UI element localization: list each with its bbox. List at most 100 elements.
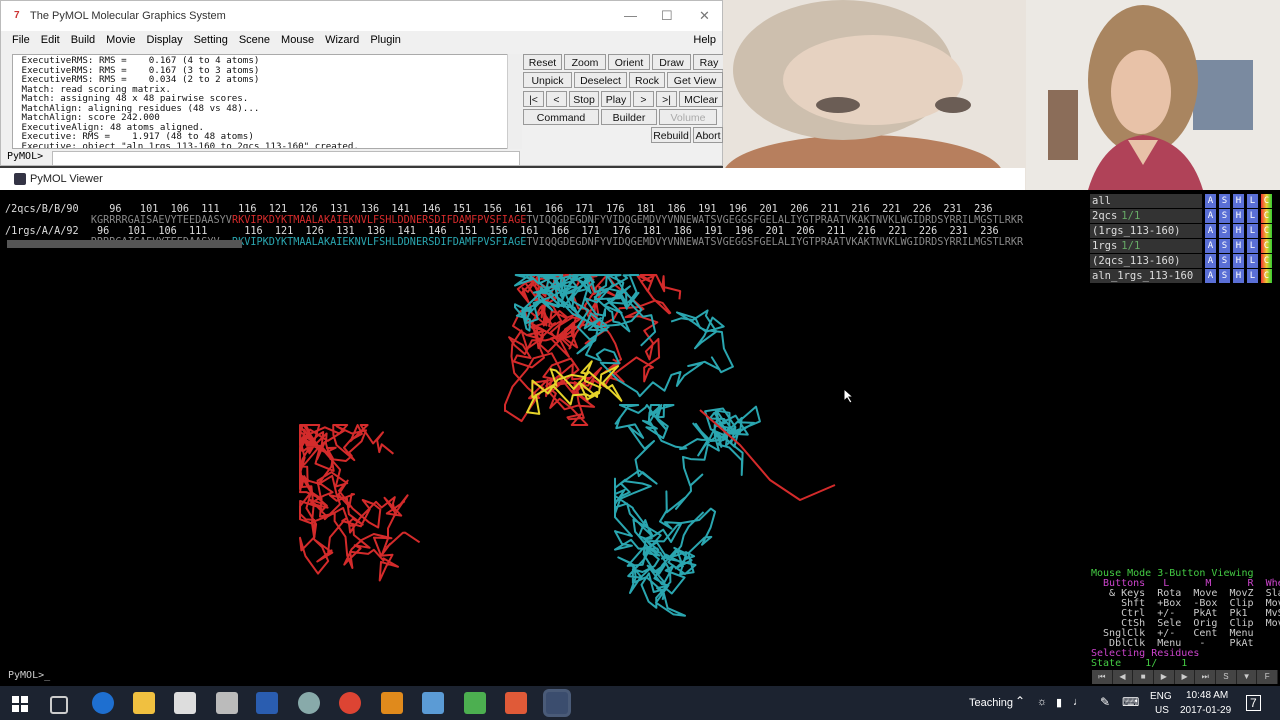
menu-mouse[interactable]: Mouse [281,34,314,46]
command-input[interactable] [52,151,520,166]
menu-wizard[interactable]: Wizard [325,34,359,46]
store-icon[interactable] [174,692,196,714]
object-row[interactable]: (1rgs_113-160) A S H L C [1090,223,1280,238]
dropdown-icon[interactable]: ▼ [1236,670,1257,684]
mclear-button[interactable]: MClear [679,91,723,107]
rock-button[interactable]: Rock [629,72,665,88]
draw-button[interactable]: Draw [652,54,691,70]
object-name[interactable]: (1rgs_113-160) [1090,223,1202,238]
menu-edit[interactable]: Edit [41,34,60,46]
menu-scene[interactable]: Scene [239,34,270,46]
prev-frame-button[interactable]: < [546,91,567,107]
notification-icon[interactable]: 7 [1246,695,1261,711]
object-button-c[interactable]: C [1261,253,1272,268]
object-button-c[interactable]: C [1261,193,1272,208]
volume-button[interactable]: Volume [659,109,717,125]
object-button-c[interactable]: C [1261,208,1272,223]
stop-button[interactable]: Stop [569,91,599,107]
menu-build[interactable]: Build [71,34,95,46]
pen-icon[interactable]: ✎ [1100,695,1110,709]
object-button-h[interactable]: H [1233,238,1244,253]
object-button-s[interactable]: S [1219,238,1230,253]
rewind-icon[interactable]: ⏮ [1092,670,1112,684]
object-button-a[interactable]: A [1205,253,1216,268]
object-button-s[interactable]: S [1219,193,1230,208]
viewer-prompt[interactable]: PyMOL>_ [8,670,50,681]
menu-movie[interactable]: Movie [106,34,135,46]
app2-icon[interactable] [381,692,403,714]
app-icon[interactable] [298,692,320,714]
next-frame-button[interactable]: > [633,91,654,107]
get-view-button[interactable]: Get View [667,72,723,88]
menu-plugin[interactable]: Plugin [370,34,401,46]
object-button-l[interactable]: L [1247,238,1258,253]
unpick-button[interactable]: Unpick [523,72,572,88]
command-button[interactable]: Command [523,109,599,125]
object-button-h[interactable]: H [1233,268,1244,283]
object-button-l[interactable]: L [1247,208,1258,223]
object-button-c[interactable]: C [1261,238,1272,253]
object-button-c[interactable]: C [1261,223,1272,238]
object-button-s[interactable]: S [1219,208,1230,223]
chevron-up-icon[interactable]: ⌃ [1015,694,1025,708]
taskbar-label[interactable]: Teaching [969,697,1013,709]
first-frame-button[interactable]: |< [523,91,544,107]
deselect-button[interactable]: Deselect [574,72,627,88]
edge-icon[interactable] [92,692,114,714]
windows-start-icon[interactable] [12,696,28,712]
object-row[interactable]: 2qcs 1/1 A S H L C [1090,208,1280,223]
object-name[interactable]: all [1090,193,1202,208]
full-icon[interactable]: F [1257,670,1278,684]
object-button-s[interactable]: S [1219,268,1230,283]
end-icon[interactable]: ⏭ [1195,670,1216,684]
molecule-render[interactable] [0,190,1090,670]
object-button-c[interactable]: C [1261,268,1272,283]
object-button-s[interactable]: S [1219,253,1230,268]
recorder-icon[interactable] [505,692,527,714]
object-row[interactable]: all A S H L C [1090,193,1280,208]
menu-file[interactable]: File [12,34,30,46]
menu-setting[interactable]: Setting [194,34,228,46]
zoom-button[interactable]: Zoom [564,54,606,70]
volume-icon[interactable]: ♩ [1073,696,1084,708]
object-button-a[interactable]: A [1205,268,1216,283]
region-label[interactable]: US [1155,705,1169,716]
object-button-l[interactable]: L [1247,268,1258,283]
play-icon[interactable]: ▶ [1154,670,1174,684]
object-name[interactable]: 1rgs 1/1 [1090,238,1202,253]
pymol-viewer[interactable]: /2qcs/B/B/90 96 101 106 111 116 121 126 … [0,190,1280,686]
object-button-a[interactable]: A [1205,223,1216,238]
play-button[interactable]: Play [601,91,631,107]
pymol-task-icon[interactable] [546,692,568,714]
builder-button[interactable]: Builder [601,109,657,125]
last-frame-button[interactable]: >| [656,91,677,107]
object-row[interactable]: aln_1rgs_113-160 A S H L C [1090,268,1280,283]
maximize-icon[interactable]: ☐ [661,8,673,24]
network-icon[interactable]: ☼ [1037,696,1047,708]
object-row[interactable]: (2qcs_113-160) A S H L C [1090,253,1280,268]
object-row[interactable]: 1rgs 1/1 A S H L C [1090,238,1280,253]
ray-button[interactable]: Ray [693,54,725,70]
log-scrollbar[interactable] [507,54,522,149]
object-button-a[interactable]: A [1205,193,1216,208]
back-icon[interactable]: ◀ [1112,670,1133,684]
camtasia-icon[interactable] [464,692,486,714]
object-button-a[interactable]: A [1205,238,1216,253]
battery-icon[interactable]: ▮ [1056,696,1062,709]
reset-button[interactable]: Reset [523,54,562,70]
menu-help[interactable]: Help [693,34,716,46]
mouse-mode-panel[interactable]: Mouse Mode 3-Button Viewing Buttons L M … [1091,569,1280,669]
keyboard-icon[interactable]: ⌨ [1122,695,1139,709]
task-view-icon[interactable] [50,696,68,714]
object-button-l[interactable]: L [1247,253,1258,268]
rebuild-button[interactable]: Rebuild [651,127,691,143]
menu-display[interactable]: Display [147,34,183,46]
object-button-l[interactable]: L [1247,223,1258,238]
object-button-h[interactable]: H [1233,253,1244,268]
stop-icon[interactable]: ■ [1133,670,1154,684]
close-icon[interactable]: ✕ [699,8,710,24]
orient-button[interactable]: Orient [608,54,650,70]
object-button-h[interactable]: H [1233,208,1244,223]
object-button-h[interactable]: H [1233,223,1244,238]
calculator-icon[interactable] [216,692,238,714]
